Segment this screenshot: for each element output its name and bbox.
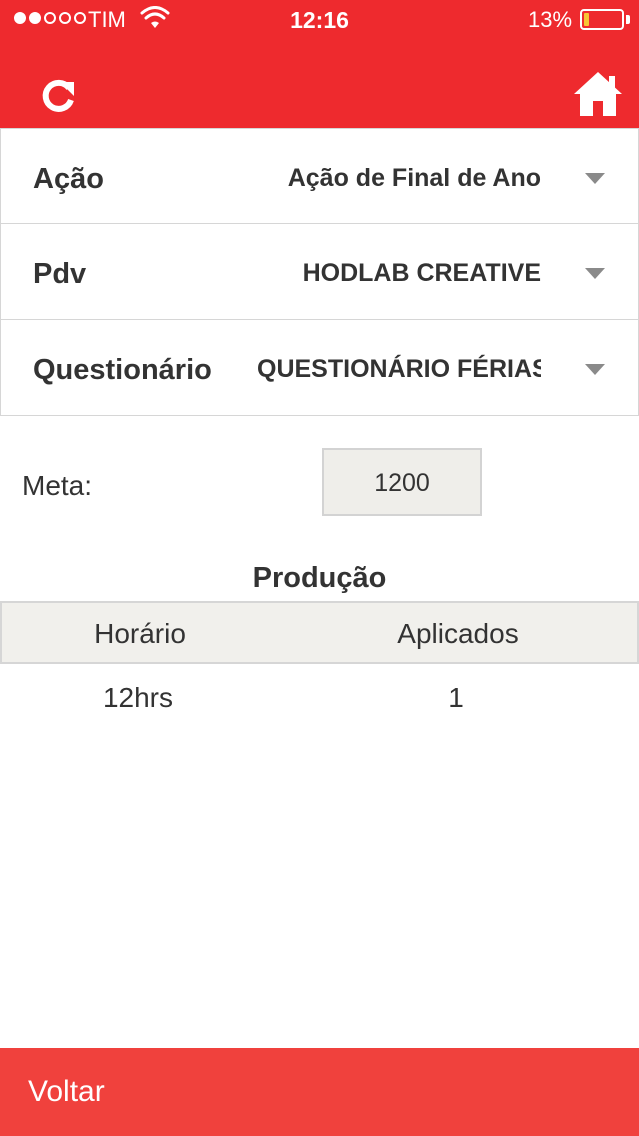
- questionario-select[interactable]: QUESTIONÁRIO FÉRIAS: [257, 320, 541, 418]
- table-cell-horario: 12hrs: [102, 682, 174, 713]
- battery-percent: 13%: [528, 7, 573, 32]
- pdv-select[interactable]: HODLAB CREATIVE: [229, 224, 541, 322]
- home-icon[interactable]: [572, 68, 624, 118]
- column-header-aplicados: Aplicados: [397, 618, 519, 649]
- back-button[interactable]: Voltar: [0, 1048, 639, 1136]
- questionario-label: Questionário: [33, 354, 212, 386]
- acao-row[interactable]: Ação Ação de Final de Ano: [0, 128, 639, 224]
- column-header-horario: Horário: [94, 618, 186, 649]
- battery-icon: [580, 9, 624, 30]
- chevron-down-icon[interactable]: [585, 173, 605, 184]
- status-bar: TIM 12:16 13%: [0, 0, 639, 40]
- table-row: 12hrs 1: [0, 666, 639, 730]
- filter-form: Ação Ação de Final de Ano Pdv HODLAB CRE…: [0, 128, 639, 416]
- battery-level-fill: [584, 13, 589, 26]
- battery-tip: [626, 15, 630, 24]
- chevron-down-icon[interactable]: [585, 268, 605, 279]
- producao-table-header: Horário Aplicados: [0, 601, 639, 664]
- questionario-row[interactable]: Questionário QUESTIONÁRIO FÉRIAS: [0, 320, 639, 416]
- refresh-icon[interactable]: [36, 74, 80, 118]
- app-header: TIM 12:16 13%: [0, 0, 639, 128]
- acao-label: Ação: [33, 163, 104, 195]
- table-cell-aplicados: 1: [448, 682, 464, 713]
- producao-title: Produção: [252, 562, 387, 594]
- chevron-down-icon[interactable]: [585, 364, 605, 375]
- meta-value-field: 1200: [322, 448, 482, 516]
- meta-label: Meta:: [22, 470, 93, 501]
- pdv-label: Pdv: [33, 258, 87, 290]
- pdv-row[interactable]: Pdv HODLAB CREATIVE: [0, 224, 639, 320]
- back-button-label: Voltar: [28, 1075, 105, 1108]
- acao-select[interactable]: Ação de Final de Ano: [229, 129, 541, 227]
